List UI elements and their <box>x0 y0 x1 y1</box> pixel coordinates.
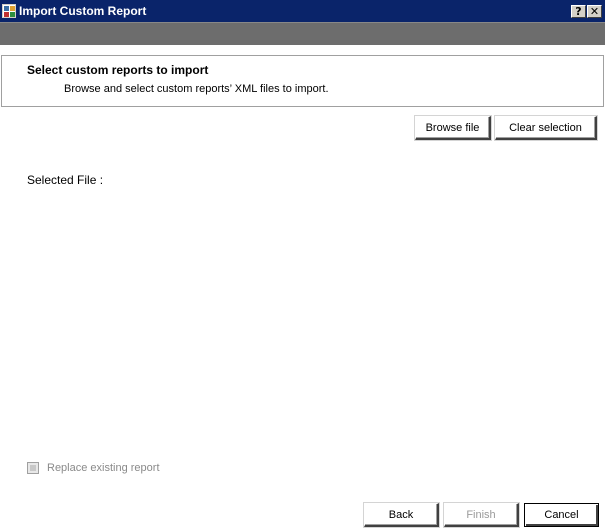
wizard-header: Select custom reports to import Browse a… <box>1 55 604 107</box>
page-title: Select custom reports to import <box>27 63 209 77</box>
window-title: Import Custom Report <box>19 4 147 18</box>
back-button[interactable]: Back <box>364 503 439 527</box>
cancel-button[interactable]: Cancel <box>524 503 599 527</box>
page-subtitle: Browse and select custom reports’ XML fi… <box>64 83 329 95</box>
import-custom-report-dialog: Import Custom Report ? ✕ Select custom r… <box>0 0 605 529</box>
replace-existing-checkbox[interactable] <box>27 462 39 474</box>
selected-file-label: Selected File : <box>27 173 104 187</box>
clear-selection-button[interactable]: Clear selection <box>495 116 597 140</box>
header-band <box>0 22 605 45</box>
browse-file-button[interactable]: Browse file <box>415 116 491 140</box>
app-icon <box>2 4 16 18</box>
title-bar[interactable]: Import Custom Report ? ✕ <box>0 0 605 22</box>
finish-button[interactable]: Finish <box>444 503 519 527</box>
close-button[interactable]: ✕ <box>587 5 602 18</box>
replace-existing-label: Replace existing report <box>47 462 160 474</box>
help-button[interactable]: ? <box>571 5 586 18</box>
